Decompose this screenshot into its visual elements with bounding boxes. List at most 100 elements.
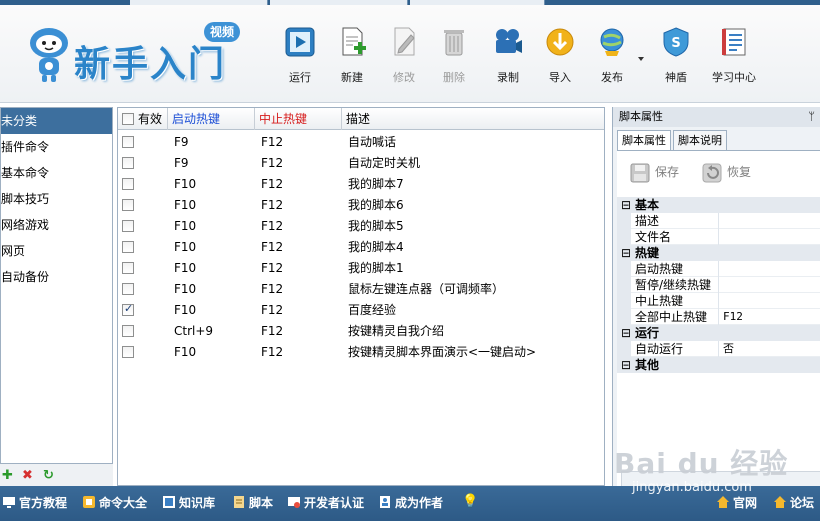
row-stop-hotkey: F12 bbox=[261, 282, 284, 296]
table-row[interactable]: F10 F12 我的脚本1 bbox=[118, 258, 604, 279]
header-enabled[interactable]: 有效 bbox=[118, 108, 168, 130]
table-row[interactable]: F9 F12 自动喊话 bbox=[118, 132, 604, 153]
run-button[interactable]: 运行 bbox=[276, 25, 324, 91]
row-enabled-checkbox[interactable] bbox=[122, 157, 134, 169]
publish-button[interactable]: 发布 bbox=[588, 25, 636, 91]
shield-button[interactable]: S 神盾 bbox=[652, 25, 700, 91]
header-stop-hotkey[interactable]: 中止热键 bbox=[255, 108, 342, 130]
table-row[interactable]: F10 F12 我的脚本5 bbox=[118, 216, 604, 237]
collapse-icon[interactable]: ⊟ bbox=[621, 357, 631, 373]
row-enabled-checkbox[interactable] bbox=[122, 241, 134, 253]
collapse-icon[interactable]: ⊟ bbox=[621, 245, 631, 261]
run-icon bbox=[285, 27, 315, 57]
collapse-icon[interactable]: ⊟ bbox=[621, 325, 631, 341]
property-group-other[interactable]: ⊟ 其他 bbox=[617, 357, 820, 373]
refresh-icon[interactable]: ↻ bbox=[43, 468, 54, 483]
property-row-stop-all-hotkey[interactable]: 全部中止热键 F12 bbox=[617, 309, 820, 325]
row-start-hotkey: F10 bbox=[174, 282, 197, 296]
property-group-basic[interactable]: ⊟ 基本 bbox=[617, 197, 820, 213]
remove-icon[interactable]: ✖ bbox=[22, 468, 33, 483]
row-description: 自动定时关机 bbox=[348, 156, 421, 170]
row-description: 百度经验 bbox=[348, 303, 397, 317]
import-button[interactable]: 导入 bbox=[536, 25, 584, 91]
author-icon bbox=[380, 496, 390, 508]
property-row-pause-resume-hotkey[interactable]: 暂停/继续热键 bbox=[617, 277, 820, 293]
category-item-online-games[interactable]: 网络游戏 bbox=[1, 212, 112, 238]
select-all-checkbox[interactable] bbox=[122, 113, 134, 125]
category-list: 未分类 插件命令 基本命令 脚本技巧 网络游戏 网页 自动备份 bbox=[0, 107, 113, 464]
import-label: 导入 bbox=[549, 71, 571, 84]
category-item-web-pages[interactable]: 网页 bbox=[1, 238, 112, 264]
property-row-start-hotkey[interactable]: 启动热键 bbox=[617, 261, 820, 277]
table-row[interactable]: F10 F12 我的脚本7 bbox=[118, 174, 604, 195]
beginner-guide-logo[interactable]: 新手入门 视频 bbox=[24, 19, 244, 89]
knowledge-base-link[interactable]: 知识库 bbox=[162, 494, 215, 511]
row-enabled-checkbox[interactable] bbox=[122, 325, 134, 337]
developer-certification-link[interactable]: 开发者认证 bbox=[287, 494, 364, 511]
row-description: 自动喊话 bbox=[348, 135, 397, 149]
table-row[interactable]: F10 F12 百度经验 bbox=[118, 300, 604, 321]
tips-lightbulb-icon[interactable]: 💡 bbox=[462, 494, 478, 509]
row-start-hotkey: F10 bbox=[174, 303, 197, 317]
row-enabled-checkbox[interactable] bbox=[122, 302, 134, 316]
table-row[interactable]: Ctrl+9 F12 按键精灵自我介绍 bbox=[118, 321, 604, 342]
table-row[interactable]: F9 F12 自动定时关机 bbox=[118, 153, 604, 174]
row-enabled-checkbox[interactable] bbox=[122, 178, 134, 190]
tab-script-properties[interactable]: 脚本属性 bbox=[617, 130, 671, 151]
category-item-plugin-commands[interactable]: 插件命令 bbox=[1, 134, 112, 160]
record-button[interactable]: 录制 bbox=[484, 25, 532, 91]
property-group-run[interactable]: ⊟ 运行 bbox=[617, 325, 820, 341]
row-description: 按键精灵自我介绍 bbox=[348, 324, 445, 338]
delete-label: 删除 bbox=[443, 71, 465, 84]
logo-title: 新手入门 bbox=[74, 44, 227, 85]
property-row-filename[interactable]: 文件名 bbox=[617, 229, 820, 245]
record-icon bbox=[496, 29, 522, 53]
official-tutorial-link[interactable]: 官方教程 bbox=[2, 494, 67, 511]
row-enabled-checkbox[interactable] bbox=[122, 136, 134, 148]
publish-dropdown-arrow-icon[interactable] bbox=[638, 57, 644, 61]
category-item-uncategorized[interactable]: 未分类 bbox=[1, 108, 112, 134]
header-start-hotkey[interactable]: 启动热键 bbox=[168, 108, 255, 130]
property-row-stop-hotkey[interactable]: 中止热键 bbox=[617, 293, 820, 309]
logo-video-badge: 视频 bbox=[204, 22, 240, 42]
learning-center-button[interactable]: 学习中心 bbox=[710, 25, 758, 91]
table-row[interactable]: F10 F12 我的脚本6 bbox=[118, 195, 604, 216]
robot-mascot-icon bbox=[30, 28, 68, 82]
header-description[interactable]: 描述 bbox=[342, 108, 604, 130]
book-icon bbox=[83, 496, 95, 508]
import-icon bbox=[546, 28, 574, 56]
save-button[interactable]: 保存 bbox=[629, 159, 679, 185]
property-group-hotkeys[interactable]: ⊟ 热键 bbox=[617, 245, 820, 261]
table-row[interactable]: F10 F12 我的脚本4 bbox=[118, 237, 604, 258]
table-row[interactable]: F10 F12 鼠标左键连点器（可调频率） bbox=[118, 279, 604, 300]
collapse-icon[interactable]: ⊟ bbox=[621, 197, 631, 213]
row-description: 我的脚本6 bbox=[348, 198, 404, 212]
table-row[interactable]: F10 F12 按键精灵脚本界面演示<一键启动> bbox=[118, 342, 604, 363]
tab-script-description[interactable]: 脚本说明 bbox=[673, 130, 727, 150]
row-start-hotkey: F10 bbox=[174, 219, 197, 233]
property-row-description[interactable]: 描述 bbox=[617, 213, 820, 229]
row-enabled-checkbox[interactable] bbox=[122, 220, 134, 232]
command-reference-link[interactable]: 命令大全 bbox=[82, 494, 147, 511]
row-enabled-checkbox[interactable] bbox=[122, 199, 134, 211]
edit-button[interactable]: 修改 bbox=[380, 25, 428, 91]
add-icon[interactable]: ✚ bbox=[2, 468, 13, 483]
row-stop-hotkey: F12 bbox=[261, 135, 284, 149]
become-author-link[interactable]: 成为作者 bbox=[378, 494, 443, 511]
row-enabled-checkbox[interactable] bbox=[122, 262, 134, 274]
row-stop-hotkey: F12 bbox=[261, 198, 284, 212]
property-row-auto-run[interactable]: 自动运行否 bbox=[617, 341, 820, 357]
row-stop-hotkey: F12 bbox=[261, 345, 284, 359]
script-list-header: 有效 启动热键 中止热键 描述 bbox=[118, 108, 604, 130]
row-enabled-checkbox[interactable] bbox=[122, 283, 134, 295]
new-button[interactable]: 新建 bbox=[328, 25, 376, 91]
delete-button[interactable]: 删除 bbox=[430, 25, 478, 91]
scripts-link[interactable]: 脚本 bbox=[232, 494, 273, 511]
category-item-basic-commands[interactable]: 基本命令 bbox=[1, 160, 112, 186]
restore-button[interactable]: 恢复 bbox=[701, 159, 751, 185]
category-item-script-tips[interactable]: 脚本技巧 bbox=[1, 186, 112, 212]
row-enabled-checkbox[interactable] bbox=[122, 346, 134, 358]
category-item-auto-backup[interactable]: 自动备份 bbox=[1, 264, 112, 290]
certificate-icon bbox=[288, 497, 300, 508]
pin-icon[interactable]: ᛘ bbox=[808, 107, 815, 127]
